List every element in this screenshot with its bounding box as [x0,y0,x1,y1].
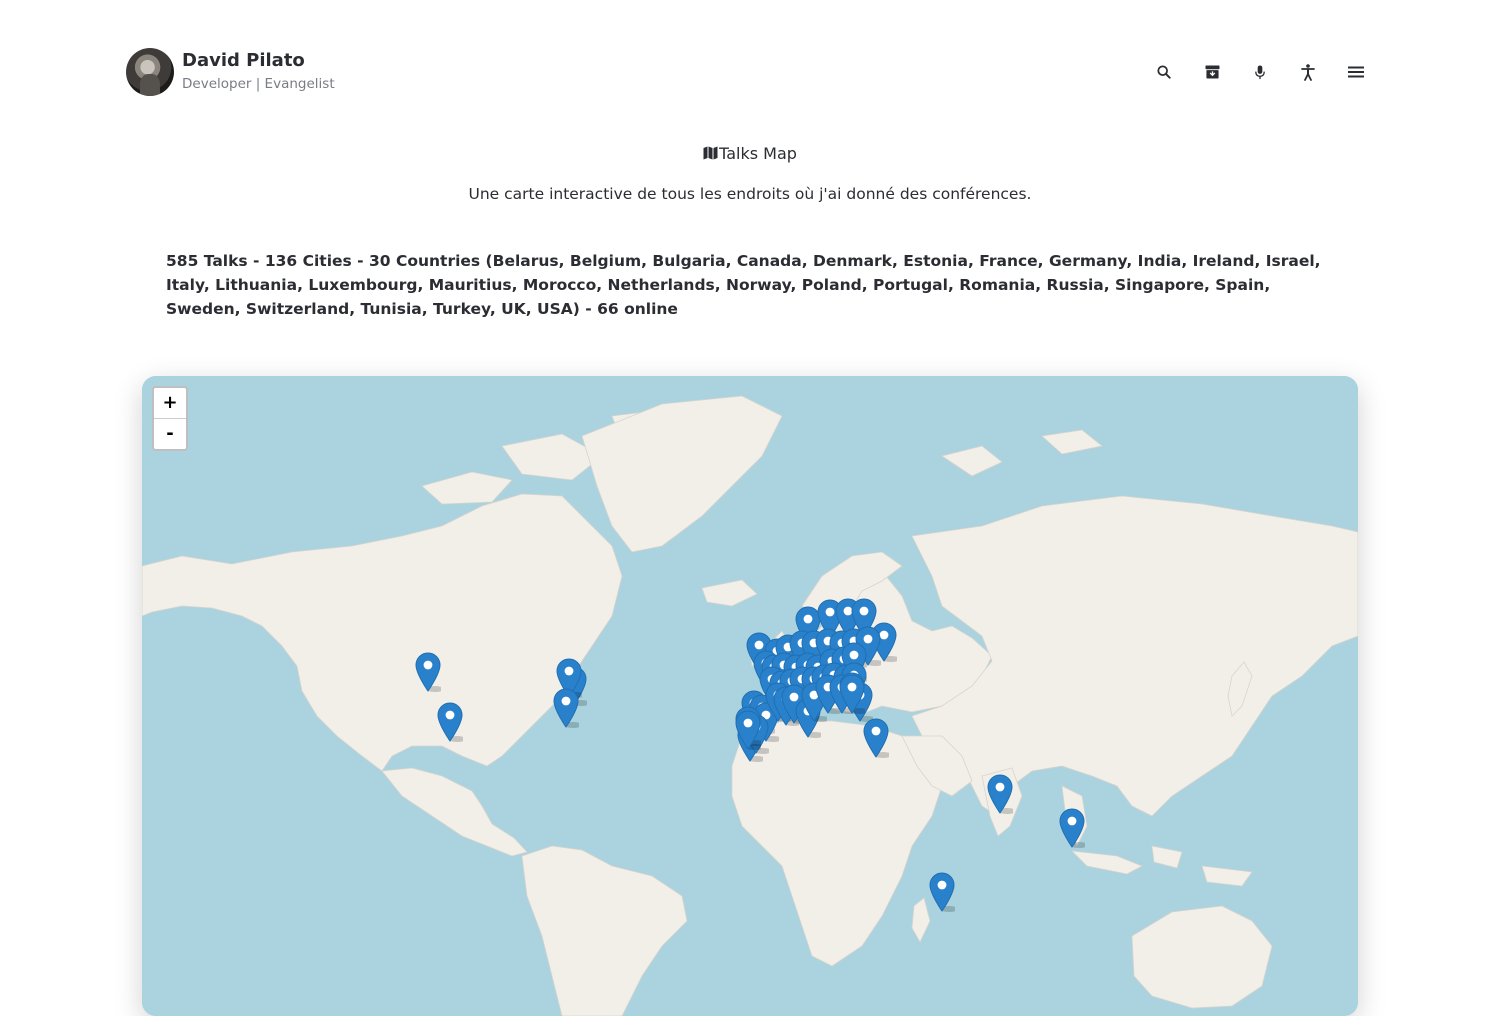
zoom-in-button[interactable]: + [154,388,186,418]
talk-stats: 585 Talks - 136 Cities - 30 Countries (B… [166,252,1321,318]
page-title: Talks Map [0,144,1500,164]
page-lead: Une carte interactive de tous les endroi… [468,185,1032,203]
map-marker[interactable] [437,702,466,742]
zoom-out-button[interactable]: - [154,418,186,449]
map-marker[interactable] [553,688,582,728]
menu-icon[interactable] [1346,62,1366,82]
site-header: David Pilato Developer | Evangelist [126,48,1366,98]
zoom-control: + - [152,386,188,451]
author-subtitle: Developer | Evangelist [182,76,335,92]
talks-map[interactable]: + - [142,376,1358,1016]
nav-icons [1154,62,1366,82]
map-marker[interactable] [1059,808,1088,848]
search-icon[interactable] [1154,62,1174,82]
microphone-icon[interactable] [1250,62,1270,82]
map-marker[interactable] [929,872,958,912]
accessibility-icon[interactable] [1298,62,1318,82]
map-marker[interactable] [735,710,764,750]
page-title-text: Talks Map [719,144,797,163]
map-marker[interactable] [863,718,892,758]
map-icon [703,145,718,164]
author-name[interactable]: David Pilato [182,50,305,71]
map-marker[interactable] [415,652,444,692]
avatar[interactable] [126,48,174,96]
archive-icon[interactable] [1202,62,1222,82]
map-marker[interactable] [839,674,868,714]
map-marker[interactable] [987,774,1016,814]
